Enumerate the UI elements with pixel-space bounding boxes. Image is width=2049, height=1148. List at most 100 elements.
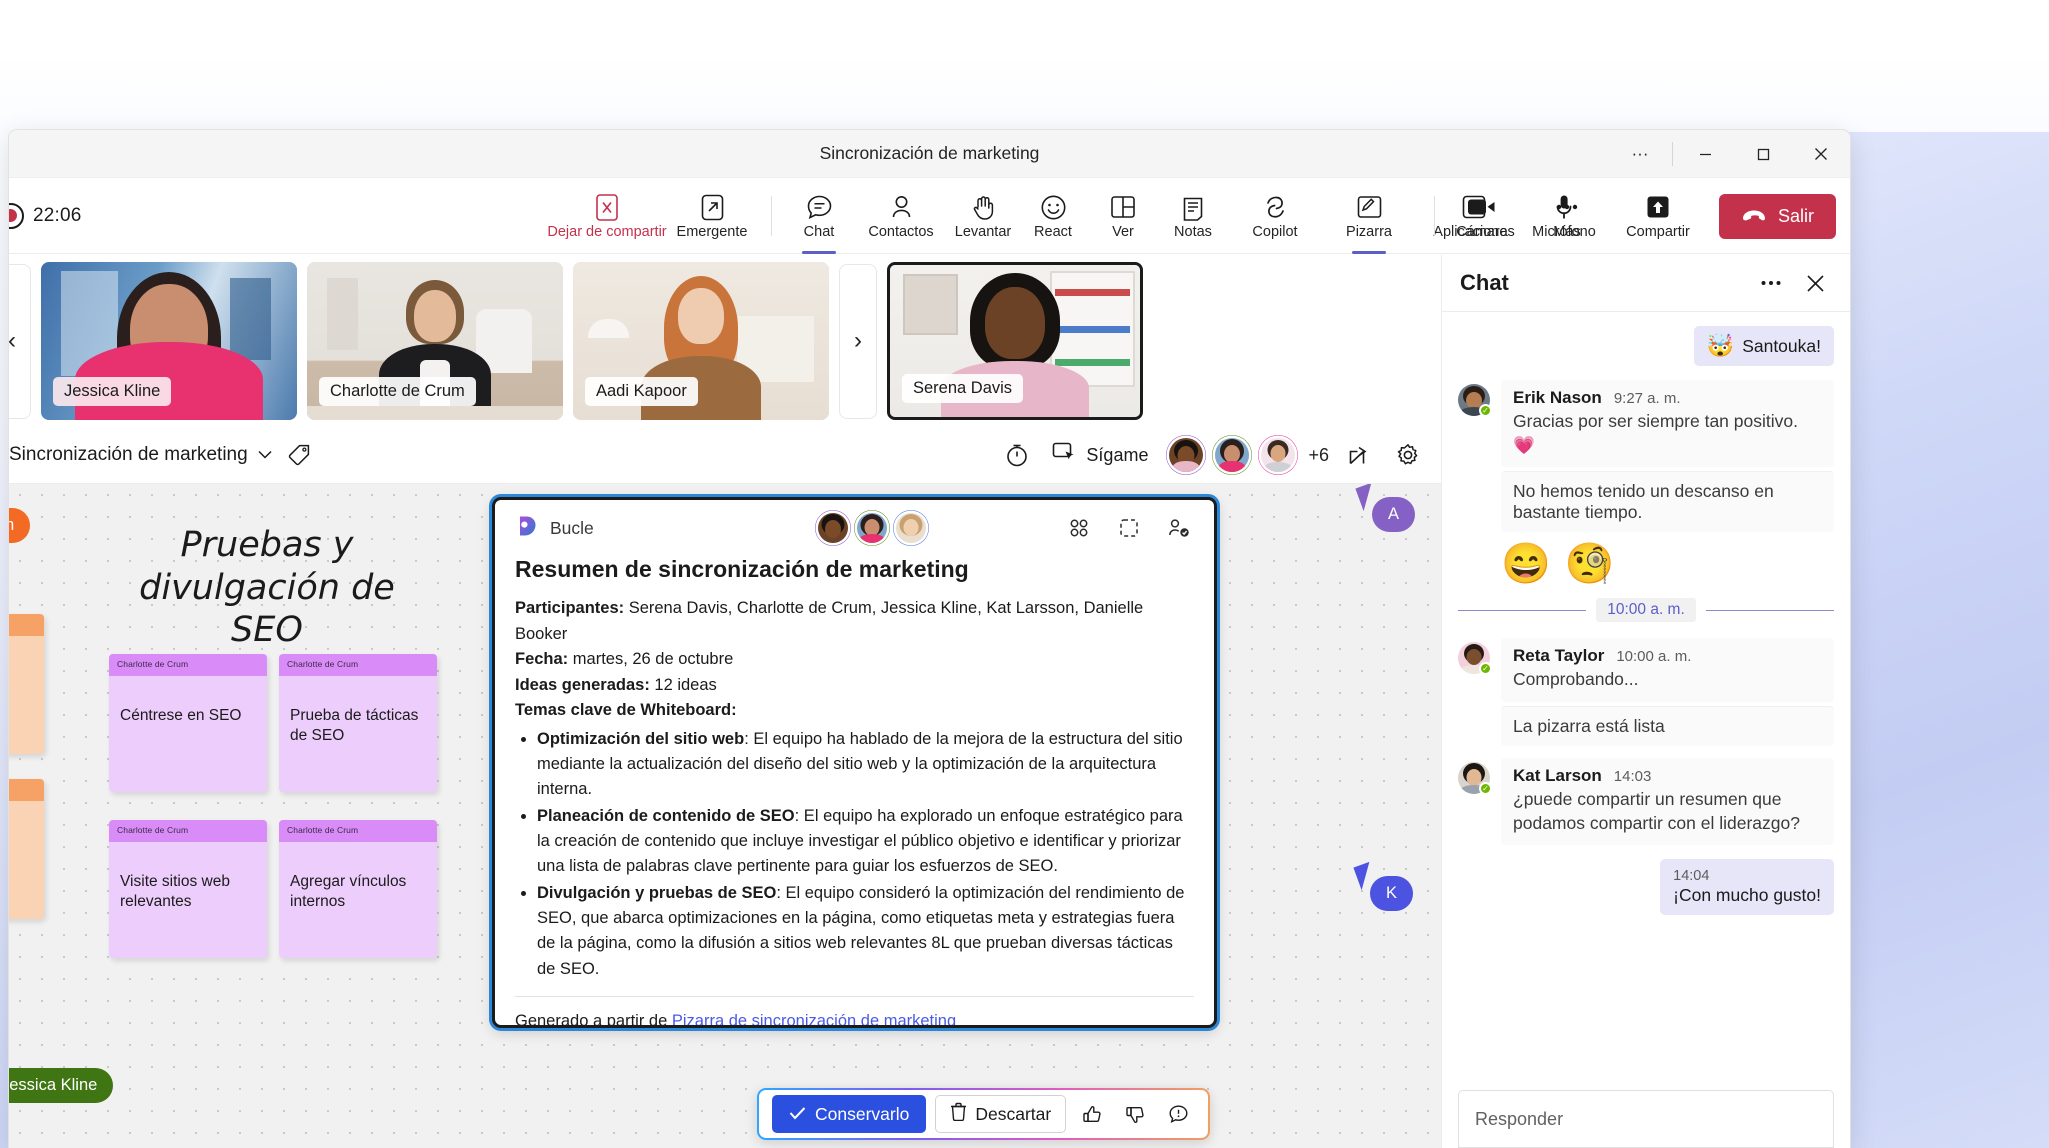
leave-meeting-button[interactable]: Salir bbox=[1718, 193, 1836, 239]
video-tile-charlotte-de-crum[interactable]: Charlotte de Crum bbox=[307, 262, 563, 420]
toolbar-divider-1 bbox=[771, 196, 772, 236]
video-tile-serena-davis[interactable]: Serena Davis bbox=[887, 262, 1143, 420]
collaborator-avatar-3[interactable] bbox=[1258, 435, 1298, 475]
chat-message-kat-larson[interactable]: ✓ Kat Larson 14:03 ¿puede compartir un r… bbox=[1458, 757, 1834, 846]
toolbar-item-react[interactable]: React bbox=[1018, 181, 1088, 251]
share-screen-button[interactable]: Compartir bbox=[1611, 181, 1705, 251]
stage-left-column: ‹ Jessica Kline bbox=[9, 255, 1441, 1148]
divider-label: 10:00 a. m. bbox=[1596, 598, 1696, 623]
chat-composer[interactable]: Responder bbox=[1458, 1090, 1834, 1148]
filmstrip-prev-button[interactable]: ‹ bbox=[9, 263, 31, 419]
chevron-down-icon[interactable] bbox=[258, 446, 272, 464]
close-icon[interactable] bbox=[1798, 266, 1832, 300]
toolbar-label-copilot: Copilot bbox=[1252, 224, 1298, 241]
sticky-note-author: Charlotte de Crum bbox=[279, 820, 437, 842]
field-label: Temas clave de Whiteboard: bbox=[515, 701, 737, 720]
toolbar-item-people[interactable]: Contactos bbox=[854, 181, 948, 251]
timer-icon[interactable] bbox=[1000, 438, 1034, 472]
presence-available-icon: ✓ bbox=[1479, 781, 1492, 795]
filmstrip-next-button[interactable]: › bbox=[839, 263, 877, 419]
loop-collaborator-faces[interactable] bbox=[815, 510, 929, 546]
popout-label: Emergente bbox=[676, 224, 748, 241]
avatar[interactable]: ✓ bbox=[1458, 384, 1492, 417]
dashed-frame-icon[interactable] bbox=[1112, 511, 1146, 545]
video-tile-jessica-kline[interactable]: Jessica Kline bbox=[41, 262, 297, 420]
collaborator-avatar-1[interactable] bbox=[1166, 435, 1206, 475]
sticky-note-partial-bottom[interactable] bbox=[9, 779, 44, 919]
loop-avatar-2[interactable] bbox=[854, 510, 890, 546]
popout-button[interactable]: Emergente bbox=[665, 181, 759, 251]
camera-label: Cámara bbox=[1456, 224, 1508, 241]
follow-me-button[interactable]: Sígame bbox=[1048, 442, 1152, 468]
discard-button[interactable]: Descartar bbox=[935, 1095, 1067, 1133]
toolbar-item-whiteboard[interactable]: Pizarra bbox=[1322, 181, 1416, 254]
toolbar-item-chat[interactable]: Chat bbox=[784, 181, 854, 254]
window-controls: ··· bbox=[1611, 130, 1850, 178]
loop-field-topics: Temas clave de Whiteboard: bbox=[515, 698, 1194, 724]
reaction-emoji-0[interactable]: 😄 bbox=[1501, 544, 1551, 584]
thumbs-down-icon[interactable] bbox=[1118, 1097, 1152, 1131]
facepile-overflow-count[interactable]: +6 bbox=[1308, 445, 1329, 466]
chat-message-list[interactable]: 🤯 Santouka! ✓ Erik Nason 9:27 a. m. Grac… bbox=[1442, 312, 1850, 1148]
whiteboard-title: Sincronización de marketing bbox=[9, 444, 248, 465]
message-reactions[interactable]: 😄 🧐 bbox=[1501, 544, 1834, 584]
loop-avatar-1[interactable] bbox=[815, 510, 851, 546]
outgoing-message-bottom[interactable]: 14:04 ¡Con mucho gusto! bbox=[1660, 859, 1834, 916]
grid-icon[interactable] bbox=[1062, 511, 1096, 545]
camera-button[interactable]: Cámara bbox=[1447, 181, 1517, 251]
presence-available-icon: ✓ bbox=[1479, 404, 1492, 417]
toolbar-item-view[interactable]: Ver bbox=[1088, 181, 1158, 251]
whiteboard-title-group[interactable]: Sincronización de marketing bbox=[9, 438, 316, 472]
loop-card-body: Resumen de sincronización de marketing P… bbox=[495, 556, 1214, 982]
ellipsis-icon[interactable] bbox=[1754, 266, 1788, 300]
discard-label: Descartar bbox=[975, 1103, 1052, 1124]
source-whiteboard-link[interactable]: Pizarra de sincronización de marketing bbox=[672, 1012, 956, 1025]
sticky-note-1[interactable]: Charlotte de Crum Prueba de tácticas de … bbox=[279, 654, 437, 792]
sticky-note-author bbox=[9, 614, 44, 636]
loop-summary-card[interactable]: Bucle Resumen de sincronización de marke… bbox=[492, 497, 1217, 1028]
cursor-de-crum: de Crum bbox=[9, 508, 31, 543]
window-minimize-button[interactable] bbox=[1676, 130, 1734, 178]
reaction-emoji-1[interactable]: 🧐 bbox=[1565, 544, 1615, 584]
window-close-button[interactable] bbox=[1792, 130, 1850, 178]
collaborator-facepile[interactable]: +6 bbox=[1166, 435, 1329, 475]
field-label: Fecha: bbox=[515, 650, 569, 669]
divider-line-right bbox=[1705, 609, 1835, 611]
collaborator-avatar-2[interactable] bbox=[1212, 435, 1252, 475]
keep-button[interactable]: Conservarlo bbox=[772, 1095, 927, 1133]
hand-icon bbox=[972, 192, 995, 222]
chat-panel-header: Chat bbox=[1442, 255, 1850, 312]
whiteboard-canvas[interactable]: Pruebas y divulgación de SEO Charlotte d… bbox=[9, 484, 1441, 1148]
stop-sharing-button[interactable]: Dejar de compartir bbox=[547, 181, 667, 251]
whiteboard-heading-line1: Pruebas y bbox=[180, 525, 354, 565]
toolbar-item-raise-hand[interactable]: Levantar bbox=[948, 181, 1018, 251]
outgoing-message-top[interactable]: 🤯 Santouka! bbox=[1693, 326, 1834, 366]
sticky-note-2[interactable]: Charlotte de Crum Visite sitios web rele… bbox=[109, 820, 267, 958]
window-maximize-button[interactable] bbox=[1734, 130, 1792, 178]
avatar[interactable]: ✓ bbox=[1458, 761, 1492, 795]
sticky-note-partial-top[interactable] bbox=[9, 614, 44, 754]
meeting-elapsed-time: 22:06 bbox=[33, 205, 82, 226]
window-more-button[interactable]: ··· bbox=[1611, 130, 1669, 178]
chat-message-reta-taylor[interactable]: ✓ Reta Taylor 10:00 a. m. Comprobando... bbox=[1458, 638, 1834, 702]
toolbar-item-notes[interactable]: Notas bbox=[1158, 181, 1228, 251]
sticky-note-author: Charlotte de Crum bbox=[279, 654, 437, 676]
microphone-button[interactable]: Micrófono bbox=[1517, 181, 1611, 251]
chat-message-erik-nason[interactable]: ✓ Erik Nason 9:27 a. m. Gracias por ser … bbox=[1458, 380, 1834, 468]
message-author: Reta Taylor bbox=[1513, 646, 1605, 666]
toolbar-item-copilot[interactable]: Copilot bbox=[1228, 181, 1322, 251]
gear-icon[interactable] bbox=[1391, 438, 1425, 472]
loop-card-actions bbox=[1062, 511, 1196, 545]
loop-avatar-3[interactable] bbox=[893, 510, 929, 546]
avatar[interactable]: ✓ bbox=[1458, 642, 1492, 676]
video-tile-aadi-kapoor[interactable]: Aadi Kapoor bbox=[573, 262, 829, 420]
sticky-note-3[interactable]: Charlotte de Crum Agregar vínculos inter… bbox=[279, 820, 437, 958]
sticky-note-text: Agregar vínculos internos bbox=[290, 873, 407, 911]
tile-name-label: Charlotte de Crum bbox=[319, 377, 476, 406]
people-check-icon[interactable] bbox=[1162, 511, 1196, 545]
comment-icon[interactable] bbox=[1161, 1097, 1195, 1131]
thumbs-up-icon[interactable] bbox=[1075, 1097, 1109, 1131]
sticky-note-0[interactable]: Charlotte de Crum Céntrese en SEO bbox=[109, 654, 267, 792]
tag-icon[interactable] bbox=[282, 438, 316, 472]
share-icon[interactable] bbox=[1343, 438, 1377, 472]
